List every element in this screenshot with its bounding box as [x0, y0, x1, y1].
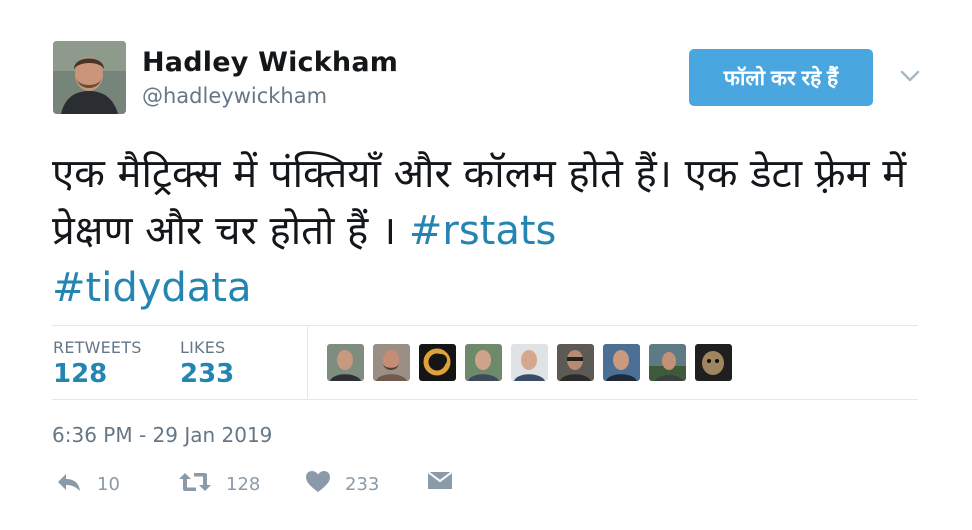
author-handle[interactable]: @hadleywickham [142, 84, 327, 108]
like-button[interactable]: 233 [305, 470, 379, 498]
likes-count[interactable]: 233 [180, 359, 234, 389]
heart-icon [305, 470, 331, 498]
liker-avatar[interactable] [327, 344, 364, 381]
reply-icon [55, 470, 83, 498]
like-count: 233 [345, 473, 380, 495]
retweets-count[interactable]: 128 [53, 359, 107, 389]
liker-avatar[interactable] [603, 344, 640, 381]
liker-avatar[interactable] [649, 344, 686, 381]
message-button[interactable] [427, 470, 453, 496]
liker-avatar[interactable] [557, 344, 594, 381]
retweet-count: 128 [226, 473, 261, 495]
liker-avatar[interactable] [695, 344, 732, 381]
liker-avatar[interactable] [419, 344, 456, 381]
author-avatar[interactable] [53, 41, 126, 114]
stats-top-divider [52, 325, 918, 326]
caret-down-icon[interactable] [898, 64, 922, 88]
retweets-label: RETWEETS [53, 338, 142, 357]
liker-avatar[interactable] [511, 344, 548, 381]
liker-avatar[interactable] [465, 344, 502, 381]
stats-bottom-divider [52, 399, 918, 400]
following-button[interactable]: फॉलो कर रहे हैं [689, 49, 873, 106]
reply-count: 10 [97, 473, 120, 495]
tweet-text: एक मैट्रिक्स में पंक्तियाँ और कॉलम होते … [52, 146, 932, 317]
liker-avatar[interactable] [373, 344, 410, 381]
tweet-timestamp[interactable]: 6:36 PM - 29 Jan 2019 [52, 423, 272, 447]
liker-avatars [327, 344, 732, 381]
stats-vertical-divider [307, 326, 308, 398]
message-icon [427, 470, 453, 496]
hashtag-tidydata[interactable]: #tidydata [52, 265, 251, 311]
likes-label: LIKES [180, 338, 226, 357]
reply-button[interactable]: 10 [55, 470, 120, 498]
hashtag-rstats[interactable]: #rstats [409, 208, 557, 254]
author-name[interactable]: Hadley Wickham [142, 47, 398, 78]
retweet-button[interactable]: 128 [178, 470, 260, 498]
retweet-icon [178, 470, 212, 498]
